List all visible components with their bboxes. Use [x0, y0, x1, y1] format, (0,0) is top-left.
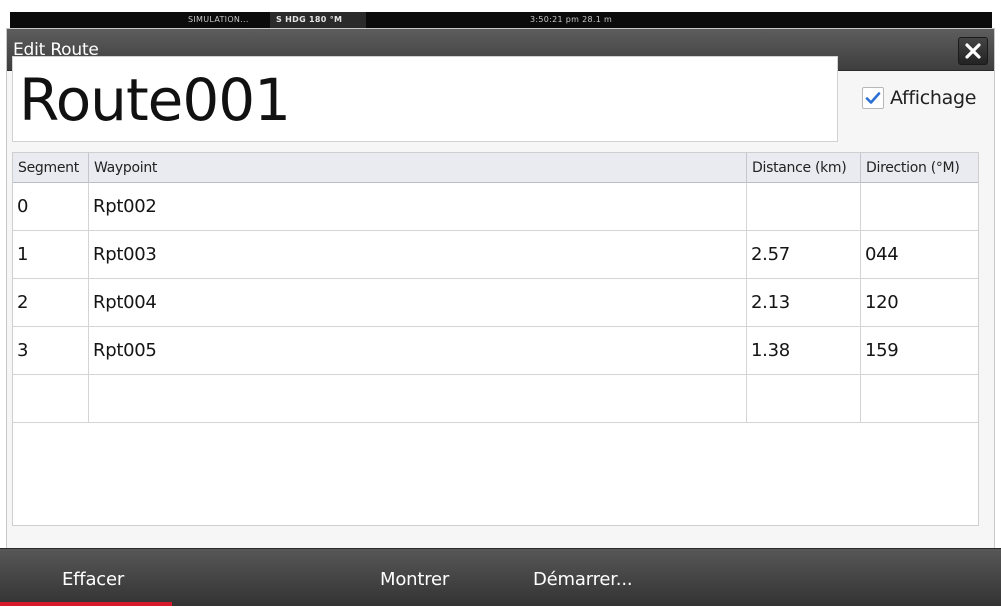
- cell-distance: 2.13: [747, 279, 861, 326]
- status-bar: SIMULATION... S HDG 180 °M 3:50:21 pm 28…: [10, 12, 992, 28]
- table-row[interactable]: 1 Rpt003 2.57 044: [13, 231, 978, 279]
- cell-direction: 044: [865, 244, 899, 265]
- column-header-segment[interactable]: Segment: [13, 153, 89, 183]
- cell-direction: 159: [865, 340, 899, 361]
- start-button[interactable]: Démarrer...: [533, 549, 633, 607]
- cell-waypoint[interactable]: Rpt005: [89, 327, 747, 374]
- table-row[interactable]: 3 Rpt005 1.38 159: [13, 327, 978, 375]
- table-row[interactable]: 0 Rpt002: [13, 183, 978, 231]
- table-row[interactable]: 2 Rpt004 2.13 120: [13, 279, 978, 327]
- table-row-empty[interactable]: [13, 375, 978, 423]
- cell-segment: [13, 375, 89, 422]
- cell-segment: 3: [13, 327, 89, 374]
- cell-distance: [747, 375, 861, 422]
- cell-distance: [747, 183, 861, 230]
- route-name-field[interactable]: Route001: [12, 56, 838, 142]
- bottom-toolbar: Effacer Montrer Démarrer...: [0, 548, 1001, 606]
- cell-waypoint[interactable]: [89, 375, 747, 422]
- table-header: Segment Waypoint Distance (km) Direction…: [13, 153, 978, 183]
- show-route-button[interactable]: Montrer: [380, 549, 449, 607]
- heading-readout: S HDG 180 °M: [276, 15, 343, 24]
- cell-waypoint[interactable]: Rpt004: [89, 279, 747, 326]
- close-icon: [965, 43, 981, 59]
- show-checkbox[interactable]: [862, 87, 884, 109]
- cell-distance: 1.38: [747, 327, 861, 374]
- column-header-direction[interactable]: Direction (°M): [861, 153, 978, 183]
- time-depth-readout: 3:50:21 pm 28.1 m: [530, 15, 613, 24]
- active-key-indicator: [0, 602, 172, 606]
- show-label: Affichage: [890, 87, 977, 109]
- cell-segment: 0: [13, 183, 89, 230]
- cell-direction: 120: [865, 292, 899, 313]
- close-button[interactable]: [958, 37, 988, 65]
- simulation-indicator: SIMULATION...: [188, 15, 249, 24]
- column-header-distance[interactable]: Distance (km): [747, 153, 861, 183]
- cell-segment: 1: [13, 231, 89, 278]
- clear-button[interactable]: Effacer: [62, 549, 124, 607]
- route-legs-table: Segment Waypoint Distance (km) Direction…: [12, 152, 979, 526]
- checkmark-icon: [865, 92, 881, 104]
- cell-waypoint[interactable]: Rpt003: [89, 231, 747, 278]
- cell-segment: 2: [13, 279, 89, 326]
- cell-direction: [861, 183, 978, 230]
- route-name: Route001: [19, 66, 291, 134]
- cell-distance: 2.57: [747, 231, 861, 278]
- cell-waypoint[interactable]: Rpt002: [89, 183, 747, 230]
- column-header-waypoint[interactable]: Waypoint: [89, 153, 747, 183]
- cell-direction: [861, 375, 978, 422]
